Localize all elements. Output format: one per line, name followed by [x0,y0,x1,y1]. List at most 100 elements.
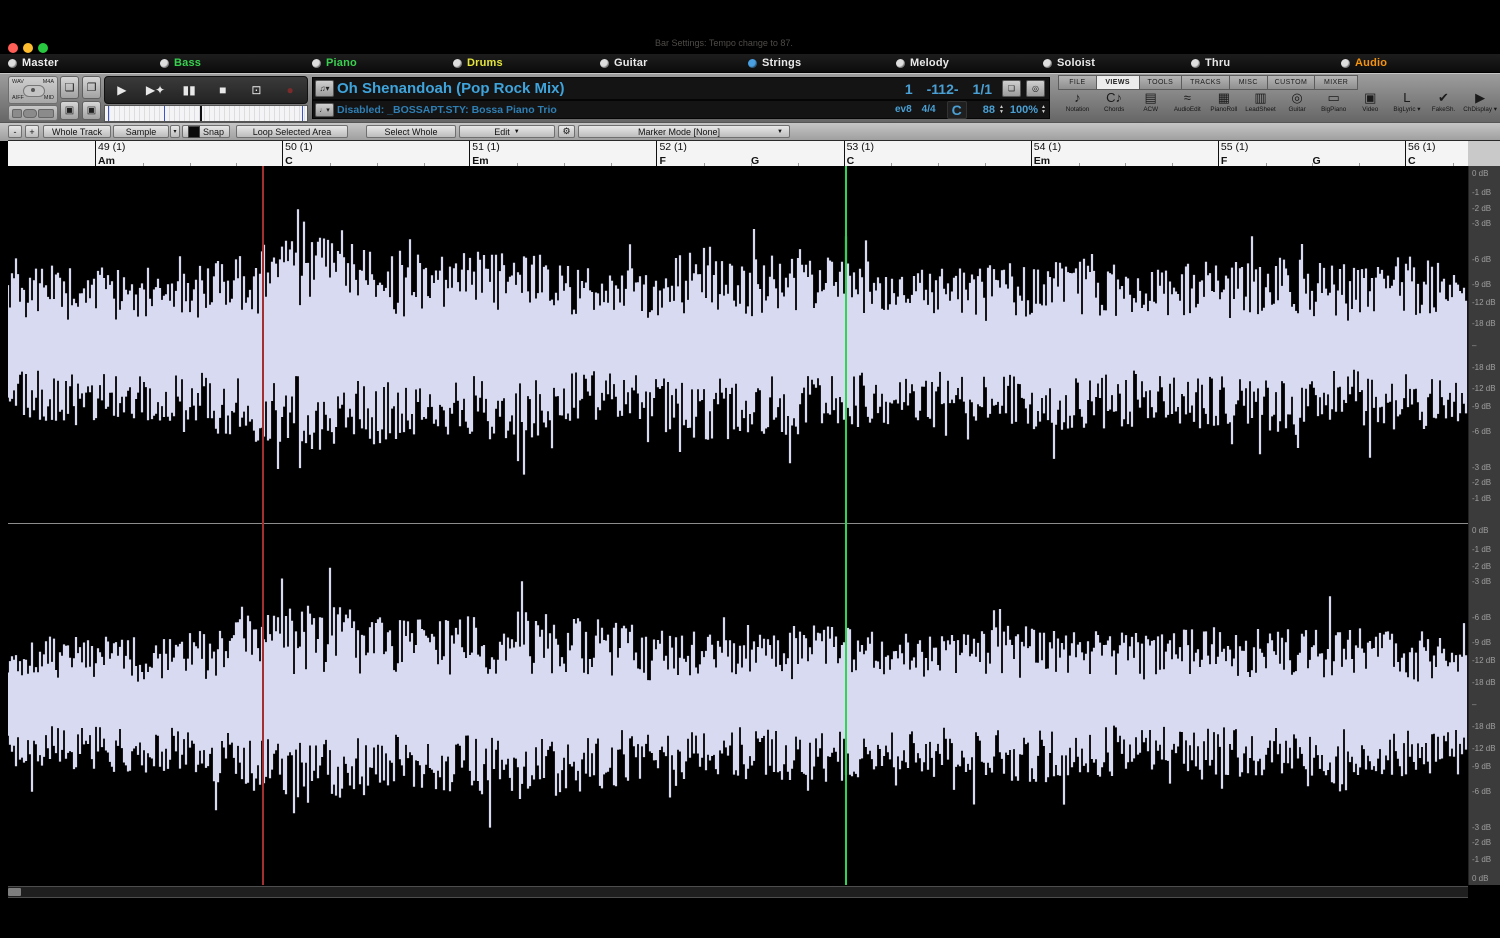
ribbon-icon-label: FakeSh. [1432,106,1455,113]
tab-tools[interactable]: TOOLS [1139,75,1182,90]
ruler-bar[interactable]: 55 (1)FG [1218,141,1406,167]
time-signature[interactable]: 4/4 [922,104,936,115]
zoom-spinner[interactable]: ▲▼ [1041,105,1046,115]
play-button[interactable]: ▶ [109,80,135,100]
track-button-melody[interactable]: Melody [896,56,949,70]
record-button[interactable]: ● [277,80,303,100]
db-tick-label: -3 dB [1472,463,1491,472]
tempo-value[interactable]: 88 [983,104,995,116]
ruler-bar[interactable]: 56 (1)C [1405,141,1468,167]
track-button-drums[interactable]: Drums [453,56,503,70]
tempo-spinner[interactable]: ▲▼ [999,105,1004,115]
channel-divider [8,523,1468,524]
chorus-counter: 1/1 [973,81,992,97]
chords-ribbon-button[interactable]: C♪Chords [1097,89,1132,121]
save-button[interactable]: ▣ [60,101,79,120]
pianoroll-ribbon-button[interactable]: ▦PianoRoll [1206,89,1241,121]
bigpiano-ribbon-button[interactable]: ▭BigPiano [1316,89,1351,121]
loop-selected-area-button[interactable]: Loop Selected Area [236,125,348,138]
format-m4a-label: M4A [43,79,54,85]
track-button-bass[interactable]: Bass [160,56,201,70]
waveform-area[interactable] [8,166,1468,885]
style-note-button[interactable]: ♩▾ [315,103,334,117]
horizontal-scrollbar[interactable] [8,886,1468,898]
chevron-down-icon: ▼ [514,129,520,135]
loop-jump-button[interactable]: ⊡ [243,80,269,100]
guitar-ribbon-button[interactable]: ◎Guitar [1280,89,1315,121]
loop-screen-button[interactable]: ❏ [1002,80,1021,97]
style-info[interactable]: Disabled: _BOSSAPT.STY: Bossa Piano Trio [337,104,890,116]
play-from-button[interactable]: ▶✦ [142,80,168,100]
minimize-icon[interactable] [23,43,33,53]
format-widget[interactable]: WAV M4A AIFF MID [8,76,58,104]
snap-checkbox[interactable] [188,126,200,138]
video-ribbon-button[interactable]: ▣Video [1353,89,1388,121]
stop-button[interactable]: ■ [210,80,236,100]
track-button-thru[interactable]: Thru [1191,56,1230,70]
key-signature[interactable]: C [947,101,967,119]
whole-track-button[interactable]: Whole Track [43,125,111,138]
open-song-button[interactable]: ❐ [82,76,101,99]
track-button-soloist[interactable]: Soloist [1043,56,1095,70]
song-title[interactable]: Oh Shenandoah (Pop Rock Mix) [337,80,897,97]
select-whole-button[interactable]: Select Whole [366,125,456,138]
notation-icon: ♪ [1074,89,1081,106]
zoom-in-button[interactable]: + [25,125,39,138]
track-button-piano[interactable]: Piano [312,56,357,70]
playback-position-line [845,166,847,885]
track-button-strings[interactable]: Strings [748,56,801,70]
close-icon[interactable] [8,43,18,53]
audioedit-ribbon-button[interactable]: ≈AudioEdit [1170,89,1205,121]
tab-mixer[interactable]: MIXER [1314,75,1358,90]
tab-misc[interactable]: MISC [1229,75,1267,90]
ruler-bar[interactable]: 51 (1)Em [469,141,657,167]
tab-views[interactable]: VIEWS [1096,75,1139,90]
ruler-bar[interactable]: 49 (1)Am [95,141,283,167]
format-toggle-oval[interactable] [23,85,45,97]
zoom-percent[interactable]: 100% [1010,104,1038,116]
track-button-master[interactable]: Master [8,56,59,70]
loop-start-marker-line [262,166,264,885]
notation-ribbon-button[interactable]: ♪Notation [1060,89,1095,121]
plugin-mini-widget[interactable] [8,105,58,121]
ribbon-tab-strip: FILEVIEWSTOOLSTRACKSMISCCUSTOMMIXER [1058,75,1358,88]
new-song-button[interactable]: ❏ [60,76,79,99]
ruler-bar[interactable]: 54 (1)Em [1031,141,1219,167]
sample-dropdown-arrow[interactable]: ▾ [170,125,180,138]
tab-file[interactable]: FILE [1058,75,1096,90]
leadsheet-ribbon-button[interactable]: ▥LeadSheet [1243,89,1278,121]
progress-cursor[interactable] [200,106,202,121]
chdisplay-ribbon-button[interactable]: ▶ChDisplay ▾ [1463,89,1498,121]
waveform-channel-left[interactable] [8,166,1468,523]
track-button-guitar[interactable]: Guitar [600,56,648,70]
ruler-bar[interactable]: 52 (1)FG [656,141,844,167]
waveform-channel-right[interactable] [8,523,1468,885]
ruler-bar[interactable]: 53 (1)C [844,141,1032,167]
track-button-audio[interactable]: Audio [1341,56,1387,70]
zoom-icon[interactable] [38,43,48,53]
ruler-bar[interactable]: 50 (1)C [282,141,470,167]
scrollbar-thumb[interactable] [8,888,21,896]
save-as-button[interactable]: ▣ [82,101,101,120]
tab-tracks[interactable]: TRACKS [1181,75,1229,90]
pause-button[interactable]: ▮▮ [176,80,202,100]
marker-mode-dropdown[interactable]: Marker Mode [None] ▼ [578,125,790,138]
biglyric-ribbon-button[interactable]: LBigLyric ▾ [1389,89,1424,121]
track-radio-icon [160,59,169,68]
bar-ruler[interactable]: 49 (1)Am50 (1)C51 (1)Em52 (1)FG53 (1)C54… [8,140,1468,168]
sample-button[interactable]: Sample [113,125,169,138]
acw-ribbon-button[interactable]: ▤ACW [1133,89,1168,121]
hold-button[interactable]: ◎ [1026,80,1045,97]
tab-custom[interactable]: CUSTOM [1267,75,1315,90]
zoom-out-button[interactable]: - [8,125,22,138]
db-tick-label: -18 dB [1472,678,1496,687]
song-progress-strip[interactable] [104,105,308,122]
db-tick-label: -2 dB [1472,562,1491,571]
snap-toggle[interactable]: Snap [182,125,230,138]
chevron-down-icon: ▼ [777,129,783,135]
db-tick-label: -6 dB [1472,787,1491,796]
gear-button[interactable]: ⚙ [558,125,575,138]
song-note-button[interactable]: ♫▾ [315,80,334,97]
edit-dropdown[interactable]: Edit ▼ [459,125,555,138]
fakesh-ribbon-button[interactable]: ✔FakeSh. [1426,89,1461,121]
